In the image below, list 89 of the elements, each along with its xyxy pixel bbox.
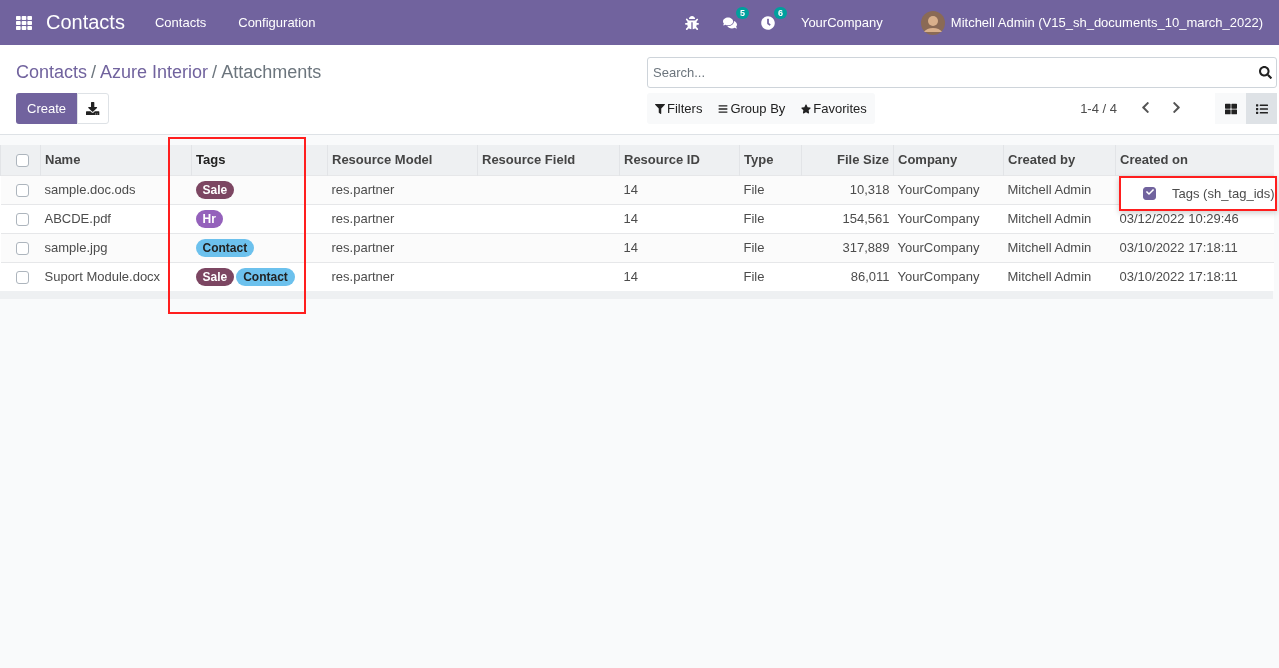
table-cell: 10,318 <box>849 182 890 197</box>
tag-badge: Contact <box>236 267 295 286</box>
menu-item[interactable]: Contacts <box>154 15 207 30</box>
view-switch-button[interactable] <box>1246 93 1277 124</box>
column-header[interactable]: Created by <box>1003 145 1116 175</box>
table-cell: 03/10/2022 17:18:11 <box>1119 269 1238 285</box>
list-view-icon <box>1255 102 1268 115</box>
table-cell: 154,561 <box>842 211 890 226</box>
column-header[interactable]: Resource Model <box>327 145 478 175</box>
table-cell: 03/10/2022 17:18:11 <box>1119 240 1238 255</box>
table-cell: res.partner <box>331 240 395 255</box>
table-cell: File <box>743 211 765 226</box>
table-cell: Mitchell Admin <box>1007 211 1092 226</box>
table-cell: 03/12/2022 10:29:46 <box>1119 211 1239 226</box>
clock-icon[interactable] <box>760 15 775 30</box>
chevron-right-icon <box>1170 100 1183 114</box>
column-header[interactable]: Resource ID <box>619 145 740 175</box>
filter-button[interactable]: Filters <box>647 93 711 124</box>
check-icon <box>1145 188 1154 196</box>
table-cell: Mitchell Admin <box>1007 182 1092 197</box>
bug-icon[interactable] <box>684 15 699 30</box>
table-cell: File <box>743 182 765 197</box>
filter-button[interactable]: Favorites <box>793 93 875 124</box>
table-cell: YourCompany <box>897 211 980 226</box>
tag-badge: Sale <box>195 180 235 199</box>
column-header[interactable]: File Size <box>801 145 894 175</box>
download-button[interactable] <box>77 93 110 124</box>
row-checkbox[interactable] <box>15 242 29 256</box>
table-cell: YourCompany <box>897 182 980 197</box>
filter-icon <box>655 103 665 114</box>
column-header[interactable]: Resource Field <box>477 145 620 175</box>
table-cell: Mitchell Admin <box>1007 269 1092 285</box>
star-icon <box>801 103 812 114</box>
row-checkbox[interactable] <box>15 184 29 198</box>
table-cell: File <box>743 269 765 285</box>
breadcrumb-item[interactable]: Azure Interior <box>100 62 209 83</box>
column-header[interactable]: Created on <box>1115 145 1274 175</box>
filter-button[interactable]: Group By <box>710 93 794 124</box>
tag-badge: Hr <box>195 209 223 228</box>
table-cell: res.partner <box>331 182 395 197</box>
row-checkbox[interactable] <box>15 271 29 285</box>
table-cell: 14 <box>623 182 638 197</box>
column-option-label[interactable]: Tags (sh_tag_ids) <box>1172 186 1275 201</box>
select-all-checkbox[interactable] <box>16 154 29 168</box>
breadcrumb-item[interactable]: Contacts <box>16 62 88 83</box>
breadcrumb-item: Attachments <box>221 62 322 83</box>
download-icon <box>86 101 100 116</box>
tag-badge: Contact <box>195 238 255 257</box>
company-switcher[interactable]: YourCompany <box>800 15 883 30</box>
kanban-view-icon <box>1224 102 1237 115</box>
notification-badge: 5 <box>735 6 749 19</box>
chat-icon[interactable] <box>722 15 737 30</box>
table-cell: Suport Module.docx <box>44 269 161 285</box>
table-cell: res.partner <box>331 211 395 226</box>
apps-menu-icon[interactable] <box>16 14 32 31</box>
search-icon[interactable] <box>1259 66 1272 79</box>
breadcrumb-separator: / <box>91 62 97 83</box>
search-field[interactable]: Search... <box>647 57 1277 88</box>
table-cell: File <box>743 240 765 255</box>
table-cell: YourCompany <box>897 240 980 255</box>
table-cell: 317,889 <box>842 240 890 255</box>
user-menu[interactable]: Mitchell Admin (V15_sh_documents_10_march_2022) <box>950 15 1263 30</box>
table-cell: 14 <box>623 269 638 285</box>
column-header[interactable]: Company <box>893 145 1004 175</box>
list-icon <box>718 103 729 114</box>
table-cell: ABCDE.pdf <box>44 211 111 226</box>
column-header[interactable]: Name <box>40 145 192 175</box>
table-cell: Mitchell Admin <box>1007 240 1092 255</box>
app-title: Contacts <box>46 11 125 34</box>
create-button[interactable]: Create <box>16 93 78 124</box>
notification-badge: 6 <box>773 6 787 19</box>
chevron-left-icon <box>1139 100 1152 114</box>
view-switch-button[interactable] <box>1215 93 1246 124</box>
avatar-icon[interactable] <box>920 10 945 35</box>
column-header[interactable]: Type <box>739 145 802 175</box>
table-cell: 14 <box>623 240 638 255</box>
row-checkbox[interactable] <box>15 213 29 227</box>
table-cell: sample.doc.ods <box>44 182 136 197</box>
table-cell: 14 <box>623 211 638 226</box>
table-cell: YourCompany <box>897 269 980 285</box>
breadcrumb-separator: / <box>212 62 218 83</box>
column-checkbox[interactable] <box>1143 187 1156 200</box>
column-header[interactable]: Tags <box>191 145 328 175</box>
tag-badge: Sale <box>195 267 235 286</box>
pager-value: 1-4 / 4 <box>1080 101 1117 116</box>
table-cell: sample.jpg <box>44 240 108 255</box>
table-cell: 86,011 <box>850 269 890 285</box>
table-cell: res.partner <box>331 269 395 285</box>
menu-item[interactable]: Configuration <box>238 15 316 30</box>
